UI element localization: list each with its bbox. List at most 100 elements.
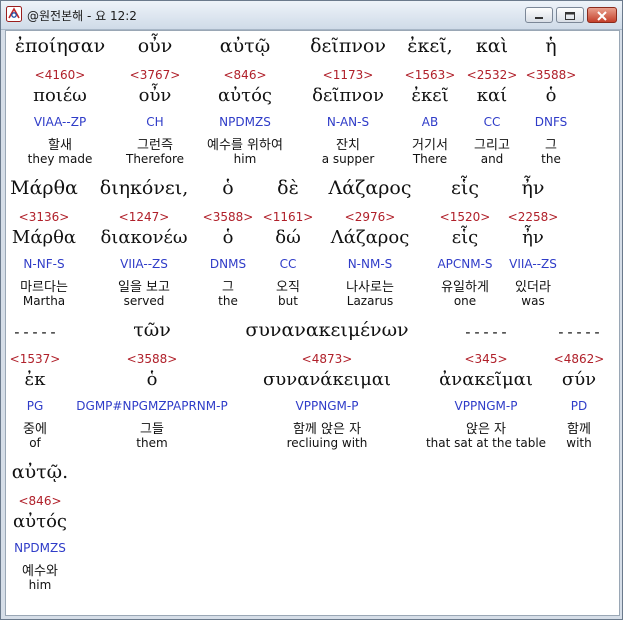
title-bar[interactable]: @원전본해 - 요 12:2 bbox=[1, 1, 622, 30]
korean-gloss: 중에 bbox=[23, 422, 47, 437]
korean-gloss: 있더라 bbox=[515, 280, 551, 295]
lemma: σύν bbox=[561, 369, 597, 390]
greek-word-placeholder: ----- bbox=[556, 323, 602, 341]
greek-word: ὁ bbox=[222, 177, 234, 199]
parsing-code[interactable]: VPPNGM-P bbox=[455, 399, 518, 413]
korean-gloss: 할새 bbox=[48, 138, 72, 153]
english-gloss: they made bbox=[27, 152, 93, 166]
strong-number[interactable]: <1161> bbox=[263, 210, 314, 224]
korean-gloss: 그들 bbox=[140, 422, 164, 437]
greek-word: ἦν bbox=[521, 177, 545, 199]
korean-gloss: 그 bbox=[222, 280, 234, 295]
parsing-code[interactable]: CC bbox=[484, 115, 501, 129]
english-gloss: There bbox=[412, 152, 448, 166]
strong-number[interactable]: <4160> bbox=[35, 68, 86, 82]
minimize-icon bbox=[535, 17, 543, 19]
strong-number[interactable]: <846> bbox=[223, 68, 266, 82]
strong-number[interactable]: <2258> bbox=[508, 210, 559, 224]
parsing-code[interactable]: VIIA--ZS bbox=[509, 257, 557, 271]
app-window: @원전본해 - 요 12:2 ἐποίησαν <4160> ποιέω VIA… bbox=[0, 0, 623, 620]
english-gloss: him bbox=[233, 152, 257, 166]
strong-number[interactable]: <3767> bbox=[130, 68, 181, 82]
parsing-code[interactable]: VPPNGM-P bbox=[296, 399, 359, 413]
verse-line-2: Μάρθα <3136> Μάρθα N-NF-S 마르다는 Martha δι… bbox=[6, 177, 619, 317]
strong-number[interactable]: <2532> bbox=[467, 68, 518, 82]
english-gloss: Lazarus bbox=[346, 294, 394, 308]
parsing-code[interactable]: PG bbox=[27, 399, 44, 413]
lemma: ποιέω bbox=[33, 85, 87, 106]
english-gloss: one bbox=[453, 294, 477, 308]
strong-number[interactable]: <1173> bbox=[323, 68, 374, 82]
korean-gloss: 그리고 bbox=[474, 138, 510, 153]
parsing-code[interactable]: APCNM-S bbox=[437, 257, 492, 271]
strong-number[interactable]: <3136> bbox=[19, 210, 70, 224]
strong-number[interactable]: <1247> bbox=[119, 210, 170, 224]
korean-gloss: 나사로는 bbox=[346, 280, 394, 295]
english-gloss: that sat at the table bbox=[425, 436, 547, 450]
lemma: ἦν bbox=[522, 227, 544, 248]
parsing-code[interactable]: CC bbox=[280, 257, 297, 271]
strong-number[interactable]: <3588> bbox=[526, 68, 577, 82]
english-gloss: of bbox=[29, 436, 41, 450]
lemma: ἐκ bbox=[24, 369, 46, 390]
parsing-code[interactable]: NPDMZS bbox=[219, 115, 271, 129]
parsing-code[interactable]: DNFS bbox=[535, 115, 568, 129]
strong-number[interactable]: <1563> bbox=[405, 68, 456, 82]
korean-gloss: 함께 앉은 자 bbox=[292, 422, 362, 437]
korean-gloss: 거기서 bbox=[412, 138, 448, 153]
parsing-code[interactable]: AB bbox=[422, 115, 438, 129]
interlinear-view[interactable]: ἐποίησαν <4160> ποιέω VIAA--ZP 할새 they m… bbox=[5, 30, 620, 616]
strong-number[interactable]: <4873> bbox=[302, 352, 353, 366]
strong-number[interactable]: <4862> bbox=[554, 352, 605, 366]
greek-word: δεῖπνον bbox=[310, 35, 386, 57]
lemma: οὖν bbox=[138, 85, 172, 106]
greek-word: εἷς bbox=[451, 177, 479, 199]
greek-word: Λάζαρος bbox=[328, 177, 412, 199]
lemma: εἷς bbox=[451, 227, 479, 248]
maximize-button[interactable] bbox=[556, 7, 584, 23]
strong-number[interactable]: <1537> bbox=[10, 352, 61, 366]
greek-word: συνανακειμένων bbox=[245, 319, 409, 341]
korean-gloss: 함께 bbox=[567, 422, 591, 437]
english-gloss: was bbox=[521, 294, 545, 308]
parsing-code[interactable]: N-NF-S bbox=[23, 257, 64, 271]
lemma: Λάζαρος bbox=[330, 227, 410, 248]
english-gloss: but bbox=[278, 294, 298, 308]
parsing-code[interactable]: N-AN-S bbox=[327, 115, 369, 129]
maximize-icon bbox=[565, 12, 575, 20]
english-gloss: the bbox=[541, 152, 561, 166]
strong-number[interactable]: <1520> bbox=[440, 210, 491, 224]
korean-gloss: 예수와 bbox=[22, 564, 58, 579]
parsing-code[interactable]: PD bbox=[571, 399, 587, 413]
parsing-code[interactable]: VIIA--ZS bbox=[120, 257, 168, 271]
english-gloss: the bbox=[218, 294, 238, 308]
parsing-code[interactable]: DGMP#NPGMZPAPRNM-P bbox=[76, 399, 227, 413]
strong-number[interactable]: <846> bbox=[18, 494, 61, 508]
greek-word-placeholder: ----- bbox=[463, 323, 509, 341]
parsing-code[interactable]: VIAA--ZP bbox=[34, 115, 86, 129]
verse-line-3: ----- <1537> ἐκ PG 중에 of τῶν <3588> ὁ DG… bbox=[6, 319, 619, 459]
strong-number[interactable]: <3588> bbox=[203, 210, 254, 224]
parsing-code[interactable]: N-NM-S bbox=[348, 257, 393, 271]
parsing-code[interactable]: DNMS bbox=[210, 257, 246, 271]
english-gloss: them bbox=[136, 436, 168, 450]
greek-word: οὖν bbox=[137, 35, 173, 57]
strong-number[interactable]: <345> bbox=[464, 352, 507, 366]
lemma: ἀνακεῖμαι bbox=[439, 369, 533, 390]
lemma: διακονέω bbox=[100, 227, 188, 248]
lemma: ὁ bbox=[146, 369, 158, 390]
greek-word: ἐποίησαν bbox=[14, 35, 106, 57]
parsing-code[interactable]: CH bbox=[146, 115, 163, 129]
korean-gloss: 유일하게 bbox=[441, 280, 489, 295]
greek-word: ἐκεῖ, bbox=[407, 35, 453, 57]
close-icon bbox=[597, 11, 607, 21]
minimize-button[interactable] bbox=[525, 7, 553, 23]
app-logo-icon bbox=[6, 6, 22, 22]
strong-number[interactable]: <2976> bbox=[345, 210, 396, 224]
lemma: ὁ bbox=[545, 85, 557, 106]
close-button[interactable] bbox=[587, 7, 617, 23]
lemma: δεῖπνον bbox=[312, 85, 384, 106]
lemma: ἐκεῖ bbox=[411, 85, 449, 106]
parsing-code[interactable]: NPDMZS bbox=[14, 541, 66, 555]
strong-number[interactable]: <3588> bbox=[127, 352, 178, 366]
